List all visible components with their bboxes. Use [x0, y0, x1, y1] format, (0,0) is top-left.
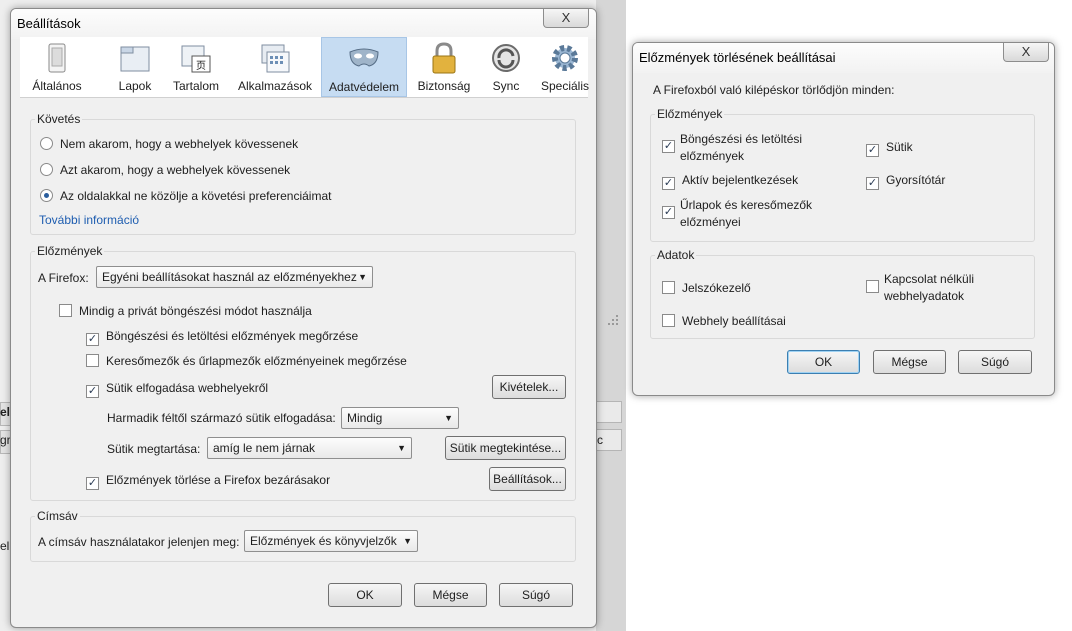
clear-on-close-checkbox[interactable]: ✓ [86, 477, 99, 490]
tab-security[interactable]: Biztonság [408, 37, 480, 97]
background-button [596, 401, 622, 423]
resize-grip-icon [608, 315, 618, 325]
svg-text:页: 页 [196, 60, 206, 72]
clear-passwords-row[interactable]: Jelszókezelő [662, 281, 751, 295]
history-mode-select[interactable]: Egyéni beállításokat használ az előzmény… [96, 266, 373, 288]
close-icon: X [1021, 44, 1031, 59]
cancel-button[interactable]: Mégse [414, 583, 487, 607]
background-button: c [596, 429, 622, 451]
chevron-down-icon: ▼ [397, 443, 406, 453]
tab-general[interactable]: Általános [20, 37, 94, 97]
help-button[interactable]: Súgó [499, 583, 573, 607]
clear-history-dialog: Előzmények törlésének beállításai X A Fi… [632, 42, 1055, 396]
location-bar-group-title: Címsáv [35, 509, 80, 523]
private-mode-checkbox[interactable] [59, 304, 72, 317]
radio-no-track[interactable] [40, 137, 53, 150]
titlebar: Beállítások X [11, 9, 596, 39]
clear-history-group-title: Előzmények [655, 107, 725, 121]
general-icon [48, 43, 66, 73]
tab-privacy[interactable]: Adatvédelem [321, 37, 407, 97]
tab-tabs-label: Lapok [118, 79, 152, 93]
location-bar-select[interactable]: Előzmények és könyvjelzők ▼ [244, 530, 418, 552]
ok-button[interactable]: OK [328, 583, 402, 607]
padlock-icon [432, 42, 456, 74]
window-title: Előzmények törlésének beállításai [639, 50, 836, 65]
clear-cache-checkbox[interactable]: ✓ [866, 177, 879, 190]
keep-until-label: Sütik megtartása: [107, 442, 201, 456]
tracking-group-title: Követés [35, 112, 83, 126]
privacy-mask-icon [349, 48, 379, 67]
tab-advanced[interactable]: Speciális [532, 37, 596, 97]
radio-no-preference[interactable] [40, 189, 53, 202]
tracking-option-track[interactable]: Azt akarom, hogy a webhelyek kövessenek [40, 163, 290, 177]
tab-tabs[interactable]: Lapok [94, 37, 176, 97]
applications-icon [261, 44, 290, 73]
third-party-label: Harmadik féltől származó sütik elfogadás… [107, 411, 336, 425]
chevron-down-icon: ▼ [358, 272, 367, 282]
tab-security-label: Biztonság [417, 79, 471, 93]
cancel-button[interactable]: Mégse [873, 350, 946, 374]
window-title: Beállítások [17, 16, 81, 31]
keep-forms-checkbox[interactable] [86, 354, 99, 367]
exceptions-button[interactable]: Kivételek... [492, 375, 566, 399]
tracking-option-no-track[interactable]: Nem akarom, hogy a webhelyek kövessenek [40, 137, 298, 151]
history-group-title: Előzmények [35, 244, 105, 258]
location-bar-label: A címsáv használatakor jelenjen meg: [38, 535, 240, 549]
help-button[interactable]: Súgó [958, 350, 1032, 374]
ok-button[interactable]: OK [787, 350, 860, 374]
history-settings-button[interactable]: Beállítások... [489, 467, 566, 491]
clear-browsing-history-checkbox[interactable]: ✓ [662, 140, 675, 153]
accept-cookies-checkbox-row[interactable]: ✓ Sütik elfogadása webhelyekről [86, 381, 268, 398]
clear-active-logins-row[interactable]: ✓ Aktív bejelentkezések [662, 173, 798, 190]
show-cookies-button[interactable]: Sütik megtekintése... [445, 436, 566, 460]
radio-track[interactable] [40, 163, 53, 176]
clear-cache-row[interactable]: ✓ Gyorsítótár [866, 173, 945, 190]
keep-history-checkbox[interactable]: ✓ [86, 333, 99, 346]
clear-active-logins-checkbox[interactable]: ✓ [662, 177, 675, 190]
tab-sync[interactable]: Sync [480, 37, 532, 97]
tab-privacy-label: Adatvédelem [328, 80, 400, 94]
clear-form-history-checkbox[interactable]: ✓ [662, 206, 675, 219]
gear-icon [552, 45, 578, 71]
preferences-dialog: Beállítások X Általános Lapok 页 Tartalom… [10, 8, 597, 628]
clear-on-close-checkbox-row[interactable]: ✓ Előzmények törlése a Firefox bezárásako… [86, 473, 330, 490]
titlebar: Előzmények törlésének beállításai X [633, 43, 1054, 73]
keep-history-checkbox-row[interactable]: ✓ Böngészési és letöltési előzmények megő… [86, 329, 358, 346]
accept-cookies-checkbox[interactable]: ✓ [86, 385, 99, 398]
tracking-option-no-preference[interactable]: Az oldalakkal ne közölje a követési pref… [40, 189, 331, 203]
clear-cookies-row[interactable]: ✓ Sütik [866, 140, 913, 157]
clear-passwords-checkbox[interactable] [662, 281, 675, 294]
tabs-icon [120, 46, 150, 72]
tab-general-label: Általános [32, 79, 82, 93]
content-icon: 页 [181, 45, 211, 73]
clear-intro-text: A Firefoxból való kilépéskor törlődjön m… [653, 83, 895, 97]
tab-content-label: Tartalom [172, 79, 219, 93]
more-info-link[interactable]: További információ [39, 213, 139, 227]
third-party-select[interactable]: Mindig ▼ [341, 407, 459, 429]
tab-applications-label: Alkalmazások [237, 79, 313, 93]
clear-offline-data-checkbox[interactable] [866, 280, 879, 293]
firefox-label: A Firefox: [38, 271, 89, 285]
close-icon: X [561, 10, 571, 25]
chevron-down-icon: ▼ [444, 413, 453, 423]
preferences-toolbar: Általános Lapok 页 Tartalom Alkalmazások … [20, 37, 589, 98]
tab-applications[interactable]: Alkalmazások [232, 37, 318, 97]
clear-cookies-checkbox[interactable]: ✓ [866, 144, 879, 157]
tab-advanced-label: Speciális [540, 79, 590, 93]
private-mode-checkbox-row[interactable]: Mindig a privát böngészési módot használ… [59, 304, 312, 318]
close-button[interactable]: X [543, 9, 589, 28]
close-button[interactable]: X [1003, 43, 1049, 62]
tab-sync-label: Sync [492, 79, 520, 93]
keep-forms-checkbox-row[interactable]: Keresőmezők és űrlapmezők előzményeinek … [86, 354, 407, 368]
keep-until-select[interactable]: amíg le nem járnak ▼ [207, 437, 412, 459]
background-text: el [0, 539, 10, 553]
tab-content[interactable]: 页 Tartalom [168, 37, 224, 97]
chevron-down-icon: ▼ [403, 536, 412, 546]
clear-data-group-title: Adatok [655, 248, 697, 262]
clear-site-settings-checkbox[interactable] [662, 314, 675, 327]
sync-icon [492, 44, 520, 72]
clear-site-settings-row[interactable]: Webhely beállításai [662, 314, 786, 328]
